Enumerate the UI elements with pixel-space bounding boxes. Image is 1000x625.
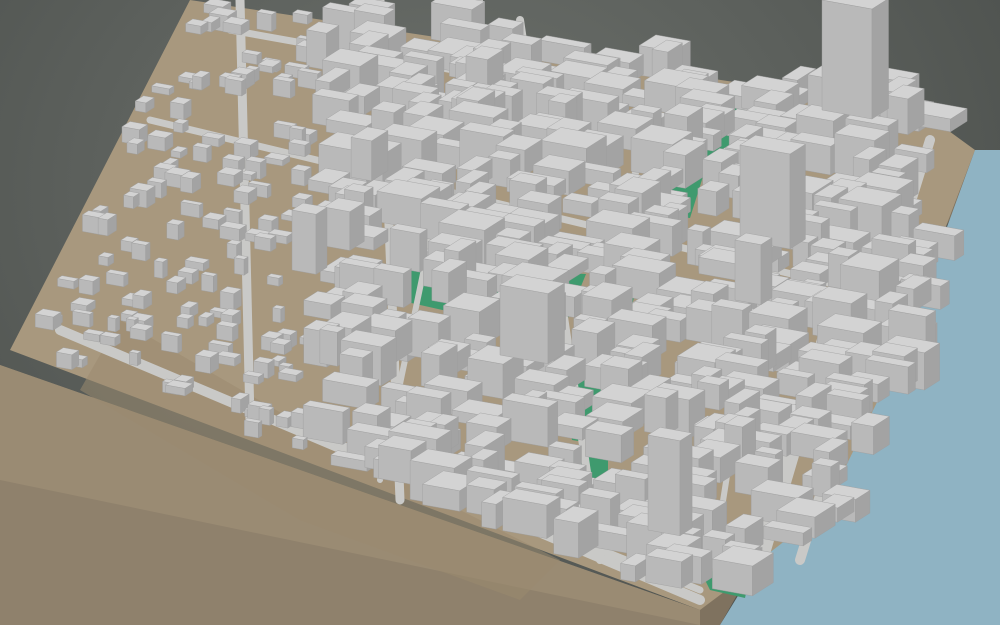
building bbox=[222, 16, 250, 36]
building bbox=[173, 118, 189, 134]
building bbox=[502, 488, 561, 539]
building bbox=[323, 197, 365, 251]
building bbox=[179, 171, 202, 194]
building bbox=[734, 232, 773, 306]
building bbox=[302, 400, 351, 445]
building bbox=[269, 337, 293, 356]
building bbox=[292, 9, 313, 25]
building bbox=[266, 273, 284, 287]
building bbox=[166, 218, 185, 241]
building bbox=[200, 271, 218, 293]
building bbox=[253, 232, 277, 252]
building bbox=[240, 169, 258, 182]
building bbox=[105, 269, 129, 288]
building bbox=[697, 180, 730, 217]
building bbox=[78, 274, 101, 296]
building bbox=[242, 370, 265, 385]
building bbox=[147, 129, 174, 152]
building bbox=[256, 8, 277, 32]
building bbox=[128, 349, 142, 367]
building bbox=[850, 412, 890, 456]
building bbox=[216, 166, 244, 188]
building bbox=[72, 308, 94, 328]
building bbox=[153, 257, 169, 279]
building bbox=[55, 347, 80, 371]
building bbox=[160, 330, 183, 354]
building bbox=[192, 142, 213, 163]
building bbox=[131, 239, 151, 262]
building bbox=[169, 96, 192, 121]
building bbox=[821, 0, 889, 120]
building bbox=[34, 308, 62, 331]
building bbox=[176, 313, 195, 330]
building bbox=[180, 199, 204, 219]
building bbox=[288, 138, 312, 157]
building bbox=[739, 134, 806, 250]
building bbox=[219, 221, 248, 242]
building bbox=[584, 420, 635, 464]
building bbox=[107, 314, 121, 333]
building bbox=[389, 223, 428, 273]
building bbox=[645, 548, 694, 589]
building bbox=[216, 320, 239, 343]
building bbox=[224, 75, 247, 97]
building bbox=[243, 417, 263, 439]
map-viewport[interactable] bbox=[0, 0, 1000, 625]
building bbox=[499, 274, 566, 365]
building bbox=[350, 126, 389, 182]
building bbox=[219, 286, 242, 311]
building bbox=[272, 304, 286, 324]
building bbox=[291, 202, 328, 275]
city-3d-model[interactable] bbox=[0, 0, 1000, 625]
building bbox=[97, 252, 115, 267]
building bbox=[99, 331, 121, 347]
building bbox=[233, 254, 249, 276]
building bbox=[711, 545, 774, 597]
building bbox=[129, 322, 154, 342]
building bbox=[185, 18, 209, 35]
building bbox=[291, 435, 308, 451]
building bbox=[241, 49, 263, 66]
building bbox=[647, 427, 693, 537]
building bbox=[272, 75, 296, 99]
building bbox=[123, 191, 140, 210]
building bbox=[194, 349, 220, 374]
